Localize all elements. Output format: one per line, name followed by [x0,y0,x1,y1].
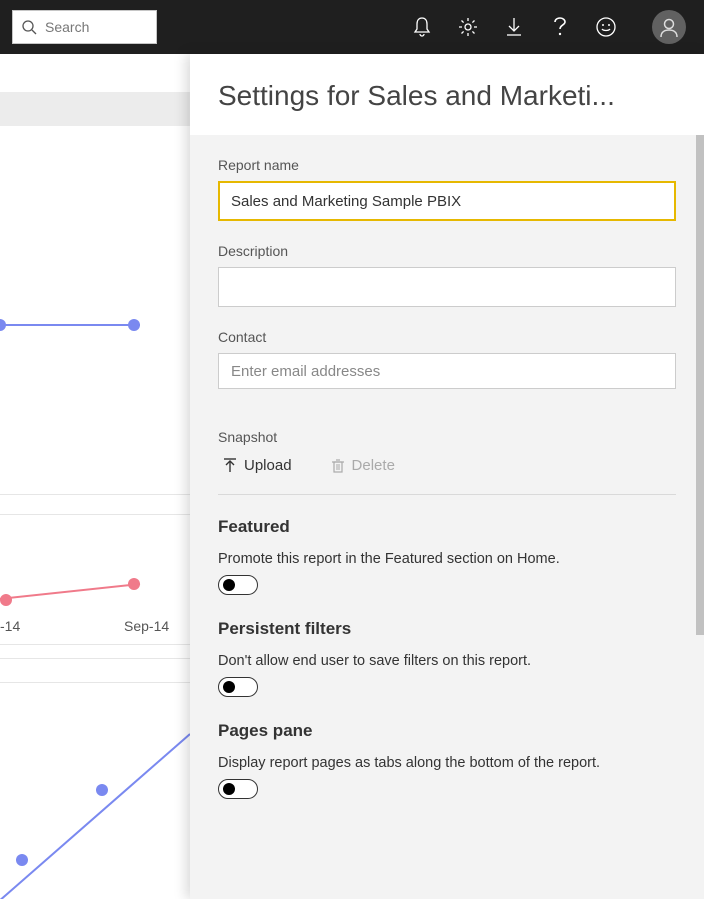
upload-label: Upload [244,457,292,474]
axis-tick-label: Sep-14 [124,618,169,634]
featured-toggle[interactable] [218,575,258,595]
panel-body: Report name Description Contact Snapshot… [190,135,704,899]
notifications-icon[interactable] [412,17,432,37]
visual-border [0,682,190,683]
chart-point [0,594,12,606]
scrollbar-thumb[interactable] [696,135,704,635]
snapshot-actions: Upload Delete [218,455,676,476]
bg-chart-lines [0,54,190,899]
delete-button: Delete [326,455,399,476]
persistent-filters-heading: Persistent filters [218,619,676,639]
visual-border [0,494,190,495]
panel-header: Settings for Sales and Marketi... [190,54,704,135]
top-bar [0,0,704,54]
search-box[interactable] [12,10,157,44]
description-input[interactable] [218,267,676,307]
pages-pane-desc: Display report pages as tabs along the b… [218,755,676,771]
delete-label: Delete [352,457,395,474]
pages-pane-heading: Pages pane [218,721,676,741]
snapshot-label: Snapshot [218,429,676,445]
search-icon [21,19,37,35]
chart-point [128,319,140,331]
divider [218,494,676,495]
chart-point [128,578,140,590]
chart-point [96,784,108,796]
report-name-label: Report name [218,157,676,173]
visual-border [0,658,190,659]
description-label: Description [218,243,676,259]
pages-pane-toggle[interactable] [218,779,258,799]
avatar[interactable] [652,10,686,44]
contact-label: Contact [218,329,676,345]
persistent-filters-toggle[interactable] [218,677,258,697]
upload-button[interactable]: Upload [218,455,296,476]
featured-desc: Promote this report in the Featured sect… [218,551,676,567]
bg-toolbar-strip [0,92,190,126]
featured-heading: Featured [218,517,676,537]
trash-icon [330,458,346,474]
feedback-icon[interactable] [596,17,616,37]
persistent-filters-desc: Don't allow end user to save filters on … [218,653,676,669]
download-icon[interactable] [504,17,524,37]
chart-point [16,854,28,866]
help-icon[interactable] [550,17,570,37]
top-icon-group [412,10,692,44]
report-name-input[interactable] [218,181,676,221]
settings-panel: Settings for Sales and Marketi... Report… [190,54,704,899]
visual-border [0,644,190,645]
gear-icon[interactable] [458,17,478,37]
upload-icon [222,458,238,474]
panel-title: Settings for Sales and Marketi... [218,80,676,112]
chart-point [0,319,6,331]
visual-border [0,514,190,515]
axis-tick-label: -14 [0,618,20,634]
search-input[interactable] [45,19,148,35]
contact-input[interactable] [218,353,676,389]
